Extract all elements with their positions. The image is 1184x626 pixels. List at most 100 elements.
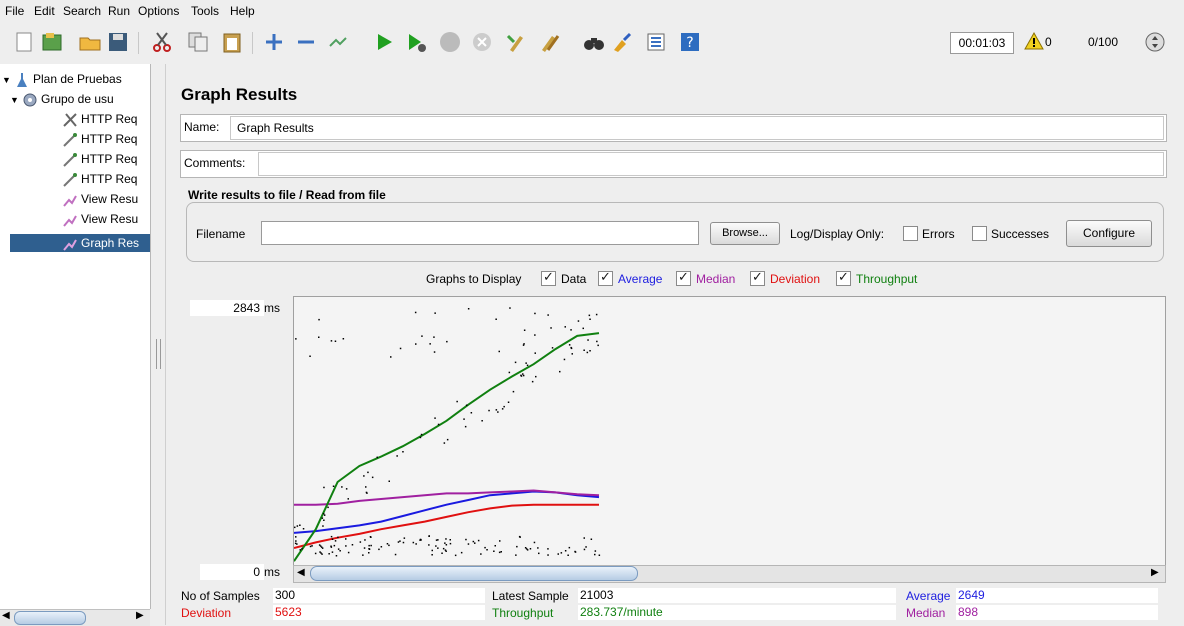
tree-item-http-request[interactable]: HTTP Req [62, 150, 137, 168]
comments-field[interactable] [258, 152, 1164, 176]
data-point [368, 552, 370, 554]
tree-item-thread-group[interactable]: ▼ Grupo de usu [10, 90, 114, 108]
copy-icon[interactable] [186, 30, 210, 54]
tree-item-view-results[interactable]: View Resu [62, 210, 138, 228]
data-point [397, 541, 400, 543]
tree-item-http-request[interactable]: HTTP Req [62, 110, 137, 128]
scroll-left-icon[interactable]: ◀ [2, 610, 10, 621]
clear-icon[interactable] [504, 30, 528, 54]
data-point [472, 540, 475, 543]
data-point [522, 373, 524, 375]
data-point [474, 542, 476, 544]
data-point [433, 336, 435, 338]
toggle-icon[interactable] [326, 30, 350, 54]
menu-options[interactable]: Options [138, 4, 179, 18]
data-point [488, 409, 490, 412]
data-point [363, 547, 366, 549]
data-point [366, 492, 368, 494]
filename-field[interactable] [261, 221, 699, 245]
data-point [444, 542, 446, 544]
expand-arrow-icon[interactable]: ▼ [2, 71, 14, 89]
median-checkbox[interactable] [676, 269, 691, 286]
data-point [351, 544, 354, 546]
tree-item-label: Plan de Pruebas [33, 72, 122, 86]
paste-icon[interactable] [220, 30, 244, 54]
split-pane-divider[interactable] [151, 64, 166, 625]
warning-icon[interactable] [1024, 31, 1044, 51]
tree-item-http-request[interactable]: HTTP Req [62, 170, 137, 188]
clear-all-icon[interactable] [538, 30, 562, 54]
start-icon[interactable] [372, 30, 396, 54]
tree-item-label: Grupo de usu [41, 92, 114, 106]
average-checkbox[interactable] [598, 269, 613, 286]
data-point [367, 471, 369, 474]
new-icon[interactable] [12, 30, 36, 54]
data-point [295, 536, 297, 538]
tree-scroll-thumb[interactable] [14, 611, 86, 625]
warning-count: 0 [1045, 35, 1052, 49]
tree-item-label: HTTP Req [81, 112, 138, 126]
data-point [449, 539, 451, 541]
scroll-left-icon[interactable]: ◀ [297, 567, 305, 578]
open-icon[interactable] [78, 30, 102, 54]
tree-item-test-plan[interactable]: ▼ Plan de Pruebas [2, 70, 122, 88]
shutdown-icon[interactable] [470, 30, 494, 54]
menu-run[interactable]: Run [108, 4, 130, 18]
tree-horizontal-scrollbar[interactable]: ◀ ▶ [0, 609, 150, 626]
browse-button[interactable]: Browse... [710, 222, 780, 245]
collapse-icon[interactable] [294, 30, 318, 54]
data-point [295, 540, 297, 542]
splitter-grip[interactable] [156, 339, 161, 369]
menu-file[interactable]: File [5, 4, 24, 18]
scroll-right-icon[interactable]: ▶ [136, 610, 144, 621]
data-point [568, 546, 571, 549]
templates-icon[interactable] [40, 30, 64, 54]
search-icon[interactable] [582, 30, 606, 54]
reset-search-icon[interactable] [610, 30, 634, 54]
data-point [445, 550, 447, 552]
function-helper-icon[interactable] [644, 30, 668, 54]
name-field[interactable]: Graph Results [230, 116, 1164, 140]
throughput-value: 283.737/minute [578, 605, 896, 620]
data-point [431, 549, 433, 552]
start-no-pauses-icon[interactable] [404, 30, 428, 54]
menu-search[interactable]: Search [63, 4, 101, 18]
expand-arrow-icon[interactable]: ▼ [10, 91, 22, 109]
y-max-unit: ms [264, 301, 280, 315]
scroll-right-icon[interactable]: ▶ [1151, 567, 1159, 578]
data-point [371, 476, 374, 479]
menu-tools[interactable]: Tools [191, 4, 219, 18]
cut-icon[interactable] [150, 30, 174, 54]
name-value: Graph Results [237, 121, 314, 135]
help-icon[interactable]: ? [678, 30, 702, 54]
data-checkbox[interactable] [541, 269, 556, 286]
tree-item-graph-results[interactable]: Graph Res [10, 234, 150, 252]
graph-scroll-thumb[interactable] [310, 566, 638, 581]
http-sampler-icon [63, 172, 77, 187]
deviation-label: Deviation [181, 606, 232, 620]
listener-icon [63, 195, 77, 207]
data-point [571, 353, 573, 355]
data-point [583, 349, 585, 351]
expand-icon[interactable] [262, 30, 286, 54]
data-point [583, 548, 586, 551]
errors-checkbox[interactable] [903, 226, 918, 241]
data-point [386, 543, 389, 545]
data-point [428, 544, 430, 546]
throughput-checkbox[interactable] [836, 269, 851, 286]
tree-item-http-request[interactable]: HTTP Req [62, 130, 137, 148]
menu-edit[interactable]: Edit [34, 4, 55, 18]
stop-icon[interactable] [438, 30, 462, 54]
tree-item-label: HTTP Req [81, 132, 138, 146]
data-point [420, 433, 423, 436]
successes-checkbox[interactable] [972, 226, 987, 241]
data-point [512, 390, 515, 393]
data-point [330, 546, 333, 548]
menu-help[interactable]: Help [230, 4, 255, 18]
data-point [309, 545, 312, 548]
configure-button[interactable]: Configure [1066, 220, 1152, 247]
save-icon[interactable] [106, 30, 130, 54]
data-point [464, 425, 467, 428]
tree-item-view-results[interactable]: View Resu [62, 190, 138, 208]
deviation-checkbox[interactable] [750, 269, 765, 286]
